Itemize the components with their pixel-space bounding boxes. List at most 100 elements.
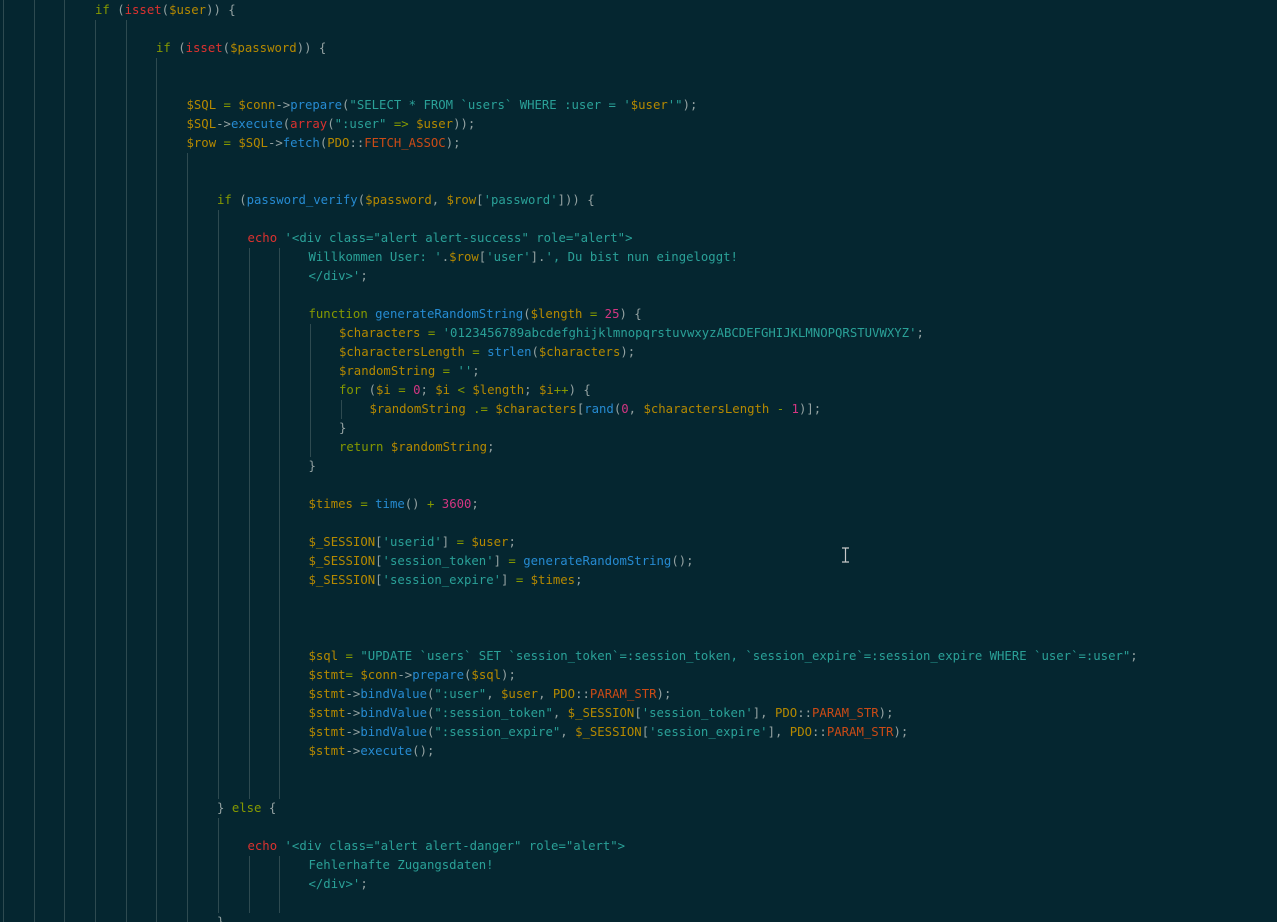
code-line[interactable]: $randomString = ''; <box>339 362 480 381</box>
code-line[interactable]: echo '<div class="alert alert-danger" ro… <box>248 837 626 856</box>
code-token: + <box>419 497 442 511</box>
code-token: :: <box>575 687 590 701</box>
code-line[interactable]: $times = time() + 3600; <box>309 495 479 514</box>
indent-guide <box>279 248 280 799</box>
code-token: $SQL <box>238 136 268 150</box>
code-token: } <box>217 915 225 922</box>
code-line[interactable]: $stmt->execute(); <box>309 742 435 761</box>
code-line[interactable]: if (isset($password)) { <box>156 39 326 58</box>
code-token: ( <box>161 3 170 17</box>
code-token: )) { <box>206 3 236 17</box>
code-line[interactable]: Willkommen User: '.$row['user'].', Du bi… <box>309 248 738 267</box>
code-line[interactable]: $sql = "UPDATE `users` SET `session_toke… <box>309 647 1138 666</box>
code-token: ( <box>357 193 366 207</box>
code-line[interactable]: } <box>339 419 346 438</box>
code-line[interactable]: $SQL->execute(array(":user" => $user)); <box>187 115 476 134</box>
code-token: -> <box>275 98 291 112</box>
code-line[interactable]: } else { <box>217 799 276 818</box>
code-line[interactable]: $stmt->bindValue(":session_token", $_SES… <box>309 704 894 723</box>
code-line[interactable]: } <box>309 457 316 476</box>
code-token: fetch <box>282 136 320 150</box>
code-line[interactable]: $charactersLength = strlen($characters); <box>339 343 635 362</box>
code-token: 1 <box>791 402 799 416</box>
code-token: $charactersLength <box>643 402 770 416</box>
code-token: $_SESSION <box>567 706 635 720</box>
code-line[interactable]: $stmt= $conn->prepare($sql); <box>309 666 516 685</box>
indent-guide <box>3 0 4 922</box>
code-token: PARAM_STR <box>812 706 879 720</box>
code-line[interactable]: $randomString .= $characters[rand(0, $ch… <box>370 400 822 419</box>
code-token: function <box>308 307 368 321</box>
code-token: array <box>290 117 328 131</box>
code-token: $user <box>169 3 207 17</box>
code-editor[interactable]: if (isset($user)) { if (isset($password))… <box>0 0 1277 922</box>
code-token: return <box>339 440 384 454</box>
code-line[interactable]: $_SESSION['session_token'] = generateRan… <box>309 552 694 571</box>
code-line[interactable]: $_SESSION['userid'] = $user; <box>309 533 516 552</box>
code-token: 25 <box>604 307 620 321</box>
code-token: bindValue <box>360 725 427 739</box>
code-token: generateRandomString <box>523 554 672 568</box>
code-token: ":user" <box>334 117 387 131</box>
code-token: execute <box>230 117 283 131</box>
code-token: execute <box>360 744 413 758</box>
code-token: isset <box>185 41 223 55</box>
code-token: ":session_expire" <box>434 725 561 739</box>
code-line[interactable]: if (password_verify($password, $row['pas… <box>217 191 595 210</box>
code-token: ; <box>524 383 539 397</box>
code-token: '' <box>457 364 473 378</box>
code-token: ], <box>767 725 790 739</box>
indent-guide <box>249 856 250 913</box>
code-line[interactable]: $stmt->bindValue(":user", $user, PDO::PA… <box>309 685 672 704</box>
code-line[interactable]: if (isset($user)) { <box>95 1 236 20</box>
code-token: PDO <box>327 136 350 150</box>
code-token: $stmt <box>308 706 346 720</box>
code-token: ; <box>508 535 516 549</box>
code-token: $row <box>446 193 477 207</box>
code-line[interactable]: return $randomString; <box>339 438 494 457</box>
code-line[interactable]: Fehlerhafte Zugangsdaten! <box>309 856 494 875</box>
code-token: => <box>386 117 417 131</box>
code-token: [ <box>375 573 383 587</box>
code-line[interactable]: $row = $SQL->fetch(PDO::FETCH_ASSOC); <box>187 134 461 153</box>
code-token: ) { <box>568 383 591 397</box>
indent-guide <box>156 58 157 922</box>
code-token: '<div class="alert alert-success" role="… <box>284 231 633 245</box>
code-token: $_SESSION <box>308 554 376 568</box>
code-token: "SELECT * FROM `users` WHERE :user = ' <box>349 98 631 112</box>
code-token: Fehlerhafte Zugangsdaten! <box>308 858 494 872</box>
code-token: ] <box>493 554 502 568</box>
code-line[interactable]: function generateRandomString($length = … <box>309 305 642 324</box>
code-line[interactable]: $characters = '0123456789abcdefghijklmno… <box>339 324 924 343</box>
code-token: = <box>216 98 239 112</box>
code-token: 'user' <box>486 250 531 264</box>
code-line[interactable]: $stmt->bindValue(":session_expire", $_SE… <box>309 723 909 742</box>
code-token: $characters <box>339 326 421 340</box>
code-token: ); <box>501 668 516 682</box>
code-token: '<div class="alert alert-danger" role="a… <box>284 839 626 853</box>
code-line[interactable]: </div>'; <box>309 267 368 286</box>
code-line[interactable]: echo '<div class="alert alert-success" r… <box>248 229 633 248</box>
code-line[interactable]: } <box>217 913 224 922</box>
code-token: ( <box>170 41 186 55</box>
code-token: ; <box>360 269 368 283</box>
code-line[interactable]: $_SESSION['session_expire'] = $times; <box>309 571 583 590</box>
code-token: $randomString <box>369 402 466 416</box>
code-token: - <box>769 402 792 416</box>
code-token: -> <box>345 744 361 758</box>
indent-guide <box>310 324 311 457</box>
code-token: PARAM_STR <box>826 725 894 739</box>
code-token: $user <box>416 117 454 131</box>
code-token: ; <box>420 383 436 397</box>
code-line[interactable]: </div>'; <box>309 875 368 894</box>
code-token: [ <box>476 193 484 207</box>
code-token: password_verify <box>246 193 358 207</box>
code-token: ":session_token" <box>434 706 553 720</box>
code-token: isset <box>124 3 162 17</box>
code-line[interactable]: for ($i = 0; $i < $length; $i++) { <box>339 381 591 400</box>
code-line[interactable]: $SQL = $conn->prepare("SELECT * FROM `us… <box>187 96 698 115</box>
code-token: (); <box>412 744 435 758</box>
indent-guide <box>126 20 127 922</box>
code-token: $i <box>376 383 391 397</box>
